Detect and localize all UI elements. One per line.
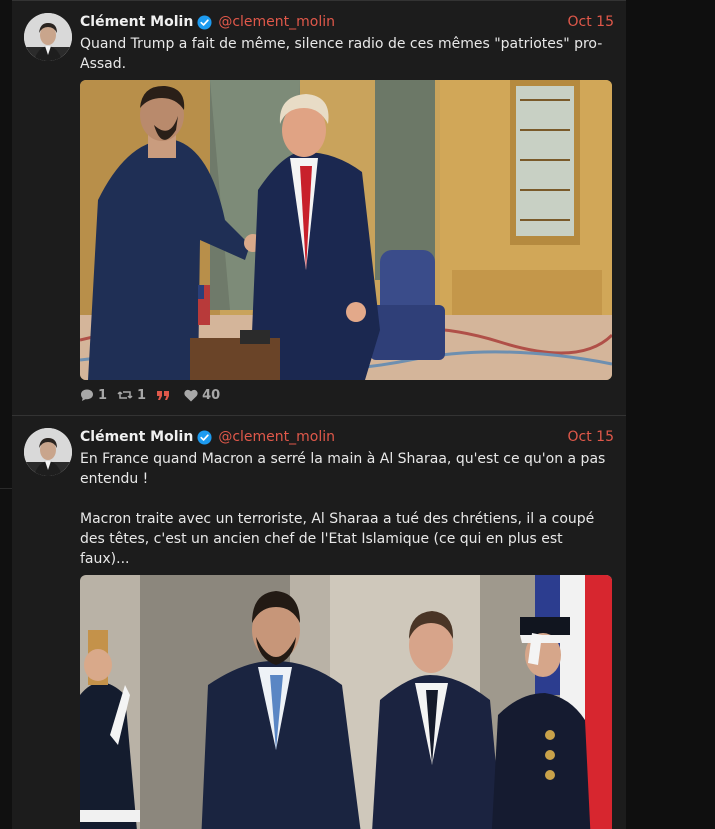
reply-count: 1 [98,387,108,403]
like-count: 40 [202,387,221,403]
post[interactable]: Clément Molin @clement_molin Oct 15 Quan… [12,0,626,415]
post-text: Quand Trump a fait de même, silence radi… [80,36,603,72]
left-panel-edge [0,0,12,829]
post[interactable]: Clément Molin @clement_molin Oct 15 En F… [12,415,626,829]
post-image[interactable] [80,80,612,380]
author-avatar[interactable] [24,13,72,61]
author-name[interactable]: Clément Molin [80,429,193,445]
post-actions: 1 1 40 [80,386,616,404]
verified-badge-icon [197,429,212,445]
post-image[interactable] [80,575,612,829]
quote-button[interactable] [156,388,174,402]
verified-badge-icon [197,14,212,30]
post-text: En France quand Macron a serré la main à… [80,451,606,567]
reply-button[interactable]: 1 [80,388,107,403]
quote-icon [157,391,170,400]
repost-button[interactable]: 1 [117,388,146,403]
right-panel-edge [626,0,715,829]
post-date[interactable]: Oct 15 [568,14,616,30]
like-button[interactable]: 40 [184,388,220,403]
post-date[interactable]: Oct 15 [568,429,616,445]
repost-count: 1 [137,387,147,403]
author-avatar[interactable] [24,428,72,476]
author-handle[interactable]: @clement_molin [218,14,335,30]
timeline-feed: Clément Molin @clement_molin Oct 15 Quan… [12,0,626,829]
heart-icon [184,389,198,401]
reply-icon [81,389,93,401]
author-handle[interactable]: @clement_molin [218,429,335,445]
author-name[interactable]: Clément Molin [80,14,193,30]
repost-icon [117,391,133,399]
